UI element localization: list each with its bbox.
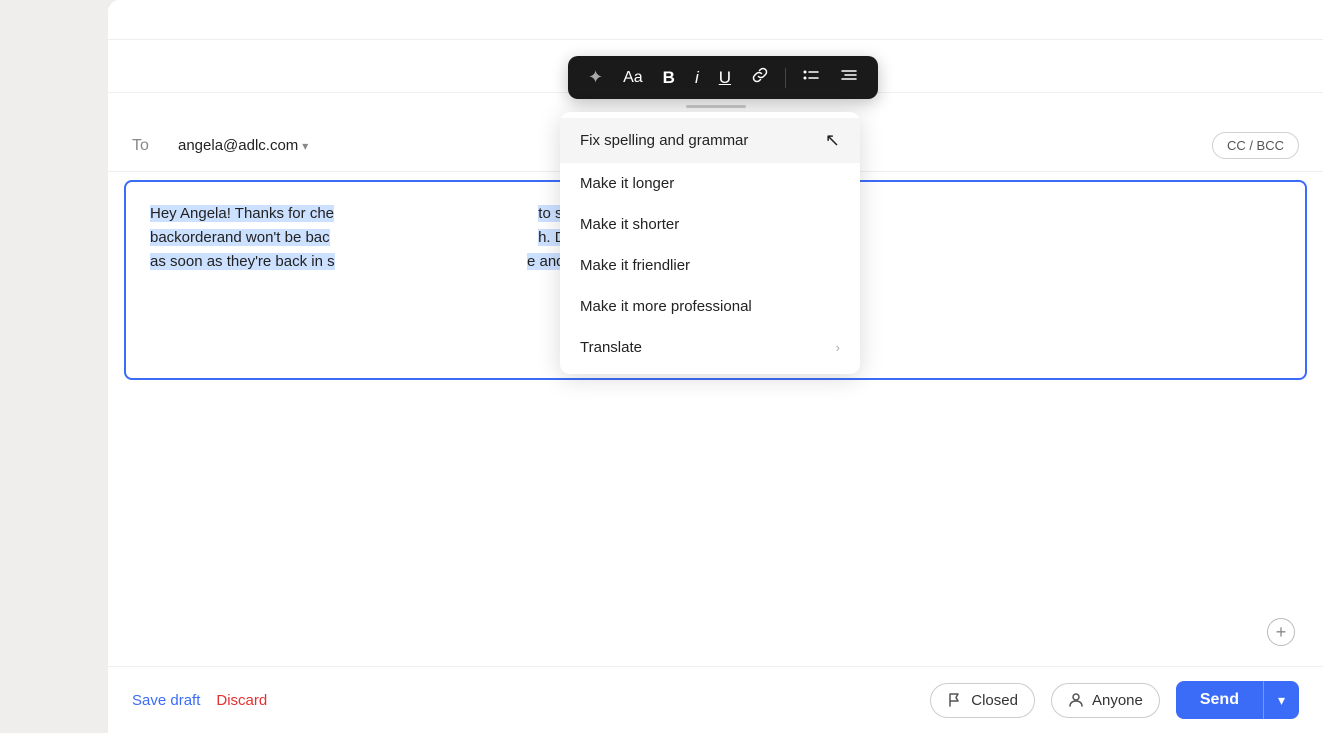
context-menu-item-label: Fix spelling and grammar — [580, 132, 748, 149]
indent-icon — [840, 66, 858, 89]
context-menu-item[interactable]: Make it longer — [560, 163, 860, 204]
to-email[interactable]: angela@adlc.com ▾ — [178, 137, 308, 154]
closed-label: Closed — [971, 692, 1018, 709]
context-menu-item[interactable]: Make it friendlier — [560, 245, 860, 286]
link-icon — [751, 66, 769, 89]
selected-text-5: as soon as they're back in s — [150, 253, 335, 270]
bold-icon: B — [663, 68, 675, 88]
to-dropdown-chevron: ▾ — [302, 139, 308, 153]
flag-icon — [947, 692, 963, 708]
link-button[interactable] — [747, 64, 773, 91]
user-icon — [1068, 692, 1084, 708]
bullets-icon — [802, 66, 820, 89]
context-menu-item-label: Translate — [580, 339, 642, 356]
underline-icon: U — [719, 68, 731, 88]
italic-button[interactable]: i — [691, 66, 703, 90]
email-footer: Save draft Discard Closed Anyone Send — [108, 666, 1323, 733]
italic-icon: i — [695, 68, 699, 88]
cc-bcc-button[interactable]: CC / BCC — [1212, 132, 1299, 159]
underline-button[interactable]: U — [715, 66, 735, 90]
text-style-icon: Aa — [623, 69, 643, 87]
main-content: You assigned to yourself To angela@adlc.… — [108, 0, 1323, 733]
save-draft-button[interactable]: Save draft — [132, 692, 200, 709]
context-menu-item[interactable]: Translate › — [560, 327, 860, 368]
add-attachment-button[interactable]: + — [1267, 618, 1295, 646]
cursor-icon: ↖ — [825, 130, 840, 151]
context-menu-item[interactable]: Fix spelling and grammar ↖ — [560, 118, 860, 163]
sparkle-button[interactable]: ✦ — [584, 65, 607, 90]
context-menu-item-label: Make it shorter — [580, 216, 679, 233]
bullets-button[interactable] — [798, 64, 824, 91]
send-chevron-icon: ▾ — [1278, 692, 1285, 708]
selected-text-3: backorderand won't be bac — [150, 229, 330, 246]
selected-text-1: Hey Angela! Thanks for che — [150, 205, 334, 222]
top-bar — [108, 0, 1323, 40]
sidebar — [0, 0, 108, 733]
indent-button[interactable] — [836, 64, 862, 91]
to-email-address: angela@adlc.com — [178, 137, 298, 154]
add-icon: + — [1276, 622, 1287, 643]
anyone-button[interactable]: Anyone — [1051, 683, 1160, 718]
context-menu-item-label: Make it more professional — [580, 298, 752, 315]
context-menu-item-label: Make it friendlier — [580, 257, 690, 274]
text-style-button[interactable]: Aa — [619, 67, 647, 89]
bold-button[interactable]: B — [659, 66, 679, 90]
send-dropdown-button[interactable]: ▾ — [1263, 681, 1299, 719]
floating-toolbar: ✦ Aa B i U — [568, 56, 878, 99]
send-button[interactable]: Send — [1176, 681, 1263, 719]
discard-button[interactable]: Discard — [216, 692, 267, 709]
anyone-label: Anyone — [1092, 692, 1143, 709]
sparkle-icon: ✦ — [588, 67, 603, 88]
context-menu-item[interactable]: Make it more professional — [560, 286, 860, 327]
send-button-group: Send ▾ — [1176, 681, 1299, 719]
context-menu: Fix spelling and grammar ↖ Make it longer M… — [560, 112, 860, 374]
submenu-arrow-icon: › — [836, 340, 840, 355]
context-menu-item-label: Make it longer — [580, 175, 674, 192]
toolbar-divider — [785, 68, 786, 88]
context-menu-item[interactable]: Make it shorter — [560, 204, 860, 245]
closed-button[interactable]: Closed — [930, 683, 1035, 718]
to-label: To — [132, 137, 162, 155]
